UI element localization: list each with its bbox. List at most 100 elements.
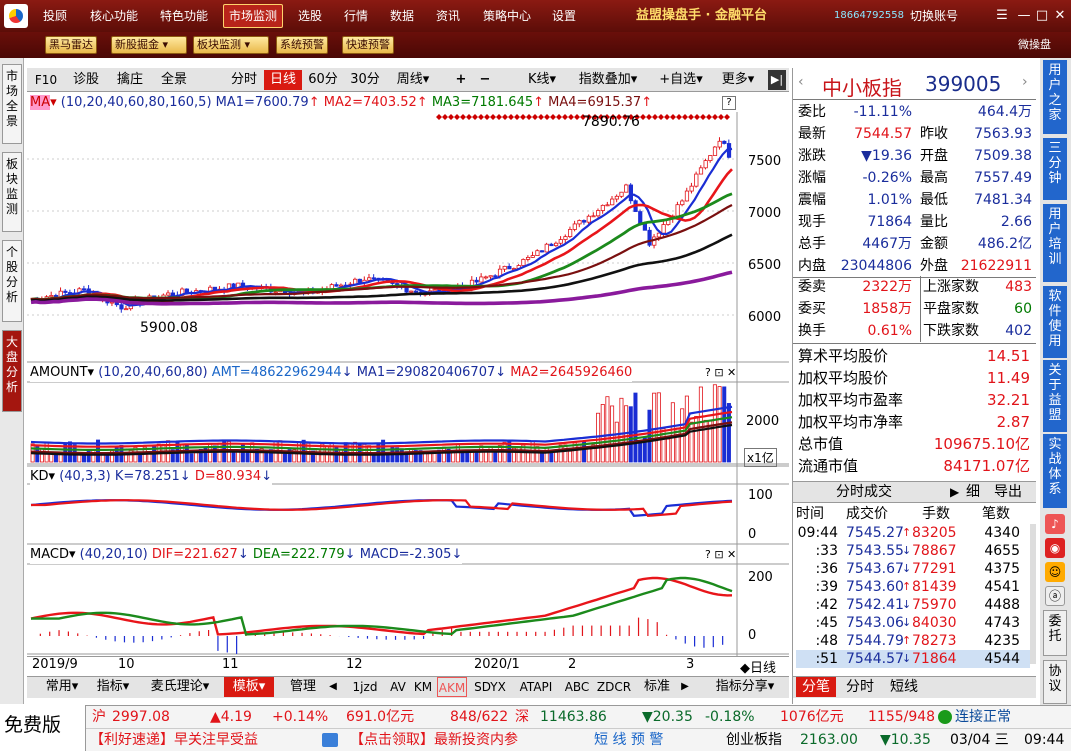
tab-km[interactable]: KM — [411, 677, 435, 697]
home-icon[interactable] — [322, 733, 338, 747]
menu-item-special-functions[interactable]: 特色功能 — [152, 0, 216, 32]
tab-user-home[interactable]: 用户之家 — [1043, 60, 1067, 134]
tab-common[interactable]: 常用▾ — [38, 677, 86, 697]
f10-button[interactable]: F10 — [32, 70, 60, 90]
menu-item-strategy-center[interactable]: 策略中心 — [477, 0, 537, 32]
tab-standard[interactable]: 标准 — [638, 677, 676, 697]
tab-short-term[interactable]: 短线 — [886, 677, 922, 697]
tab-software-usage[interactable]: 软件使用 — [1043, 286, 1067, 358]
menu-icon[interactable]: ☰ — [994, 8, 1010, 24]
tab-atapi[interactable]: ATAPI — [512, 677, 560, 697]
menu-item-stock-picking[interactable]: 选股 — [292, 0, 328, 32]
tab-zdcr[interactable]: ZDCR — [594, 677, 634, 697]
menu-item-investment-advisor[interactable]: 投顾 — [34, 0, 76, 32]
period-intraday[interactable]: 分时 — [225, 70, 263, 90]
tab-indicator[interactable]: 指标▾ — [89, 677, 137, 697]
dark-horse-radar-button[interactable]: 黑马雷达 — [45, 36, 97, 54]
tab-sector-monitor[interactable]: 板块监测 — [2, 152, 22, 232]
macd-indicator-select[interactable]: MACD — [30, 547, 69, 562]
tab-av[interactable]: AV — [386, 677, 410, 697]
new-stock-button[interactable]: 新股掘金 ▾ — [111, 36, 187, 54]
switch-account-link[interactable]: 切换账号 — [910, 0, 958, 32]
bell-icon[interactable]: ♪ — [1045, 514, 1065, 534]
amount-panel-controls[interactable]: ? ⊡ ✕ — [705, 366, 737, 379]
tab-about-yimeng[interactable]: 关于益盟 — [1043, 360, 1067, 432]
tab-template[interactable]: 模板▾ — [224, 677, 274, 697]
period-weekly-dropdown[interactable]: 周线▾ — [387, 70, 439, 90]
tab-agreement[interactable]: 协议 — [1043, 660, 1067, 704]
collapse-panel-icon[interactable]: ▶| — [768, 70, 786, 90]
tick-row[interactable]: :51 7544.57 ↓ 71864 4544 — [796, 650, 1030, 668]
ma-indicator-select[interactable]: MA — [30, 95, 51, 110]
kline-dropdown[interactable]: K线▾ — [522, 70, 562, 90]
tab-scroll-left-icon[interactable]: ◀ — [326, 677, 340, 697]
minimize-icon[interactable]: — — [1016, 8, 1032, 24]
watchlist-dropdown[interactable]: +自选▾ — [652, 70, 710, 90]
tab-three-minutes[interactable]: 三分钟 — [1043, 138, 1067, 200]
index-overlay-dropdown[interactable]: 指数叠加▾ — [567, 70, 649, 90]
menu-item-settings[interactable]: 设置 — [546, 0, 582, 32]
tab-mai-theory[interactable]: 麦氏理论▾ — [140, 677, 220, 697]
news-ticker-2[interactable]: 【点击领取】最新投资内参 — [350, 729, 518, 751]
tab-scroll-right-icon[interactable]: ▶ — [678, 677, 692, 697]
macd-dropdown-icon[interactable]: ▾ — [69, 547, 76, 562]
ticks-scrollbar[interactable] — [1030, 524, 1036, 664]
ma-dropdown-icon[interactable]: ▾ — [50, 95, 57, 110]
period-daily[interactable]: 日线 — [264, 70, 302, 90]
kd-dropdown-icon[interactable]: ▾ — [49, 469, 56, 484]
help-icon[interactable]: ? — [722, 96, 736, 110]
maximize-icon[interactable]: □ — [1034, 8, 1050, 24]
tab-stock-analysis[interactable]: 个股分析 — [2, 240, 22, 322]
tick-row[interactable]: :45 7543.06 ↓ 84030 4743 — [796, 614, 1030, 632]
record-icon[interactable]: ◉ — [1045, 538, 1065, 558]
tick-row[interactable]: 09:44 7545.27 ↑ 83205 4340 — [796, 524, 1030, 542]
tick-row[interactable]: :36 7543.67 ↓ 77291 4375 — [796, 560, 1030, 578]
tab-intraday[interactable]: 分时 — [842, 677, 878, 697]
tab-indicator-share[interactable]: 指标分享▾ — [702, 677, 788, 697]
kd-indicator-select[interactable]: KD — [30, 469, 49, 484]
menu-item-core-functions[interactable]: 核心功能 — [82, 0, 146, 32]
tab-entrust[interactable]: 委托 — [1043, 610, 1067, 656]
ticks-play-icon[interactable]: ▶ — [950, 482, 959, 502]
sector-monitor-button[interactable]: 板块监测 ▾ — [193, 36, 269, 54]
zoom-out-button[interactable]: − — [474, 70, 496, 90]
tick-row[interactable]: :42 7542.41 ↓ 75970 4488 — [796, 596, 1030, 614]
period-60min[interactable]: 60分 — [305, 70, 341, 90]
tab-market-analysis[interactable]: 大盘分析 — [2, 330, 22, 412]
system-alert-button[interactable]: 系统预警 — [276, 36, 328, 54]
tab-practical-system[interactable]: 实战体系 — [1043, 434, 1067, 508]
prev-stock-icon[interactable]: ‹ — [798, 74, 804, 90]
menu-item-news[interactable]: 资讯 — [430, 0, 466, 32]
amount-dropdown-icon[interactable]: ▾ — [88, 365, 95, 380]
calculator-icon[interactable]: ⓐ — [1045, 586, 1065, 606]
x-axis-period[interactable]: ◆日线 — [740, 657, 776, 676]
next-stock-icon[interactable]: › — [1022, 74, 1028, 90]
period-30min[interactable]: 30分 — [348, 70, 382, 90]
zoom-in-button[interactable]: + — [450, 70, 472, 90]
macd-panel-controls[interactable]: ? ⊡ ✕ — [705, 548, 737, 561]
qq-icon[interactable]: ☺ — [1045, 562, 1065, 582]
amount-indicator-select[interactable]: AMOUNT — [30, 365, 88, 380]
micro-trading-link[interactable]: 微操盘 — [1018, 32, 1051, 58]
ticks-detail-button[interactable]: 细 — [966, 482, 980, 502]
tab-manage[interactable]: 管理 — [284, 677, 322, 697]
tab-sdyx[interactable]: SDYX — [470, 677, 510, 697]
tab-ticks[interactable]: 分笔 — [796, 677, 836, 697]
quick-alert-button[interactable]: 快速预警 — [342, 36, 394, 54]
ticks-export-button[interactable]: 导出 — [994, 482, 1022, 502]
tick-row[interactable]: :48 7544.79 ↑ 78273 4235 — [796, 632, 1030, 650]
panorama-button[interactable]: 全景 — [156, 70, 192, 90]
catch-dealer-button[interactable]: 擒庄 — [112, 70, 148, 90]
menu-item-quotes[interactable]: 行情 — [338, 0, 374, 32]
more-dropdown[interactable]: 更多▾ — [714, 70, 762, 90]
tick-row[interactable]: :39 7543.60 ↑ 81439 4541 — [796, 578, 1030, 596]
tab-user-training[interactable]: 用户培训 — [1043, 204, 1067, 282]
menu-item-market-monitor[interactable]: 市场监测 — [223, 4, 283, 28]
close-icon[interactable]: ✕ — [1052, 8, 1068, 24]
diagnose-button[interactable]: 诊股 — [68, 70, 104, 90]
tab-1jzd[interactable]: 1jzd — [345, 677, 385, 697]
tick-row[interactable]: :33 7543.55 ↓ 78867 4655 — [796, 542, 1030, 560]
tab-abc[interactable]: ABC — [562, 677, 592, 697]
news-ticker-1[interactable]: 【利好速递】早关注早受益 — [90, 729, 258, 751]
tab-akm[interactable]: AKM — [437, 677, 467, 697]
